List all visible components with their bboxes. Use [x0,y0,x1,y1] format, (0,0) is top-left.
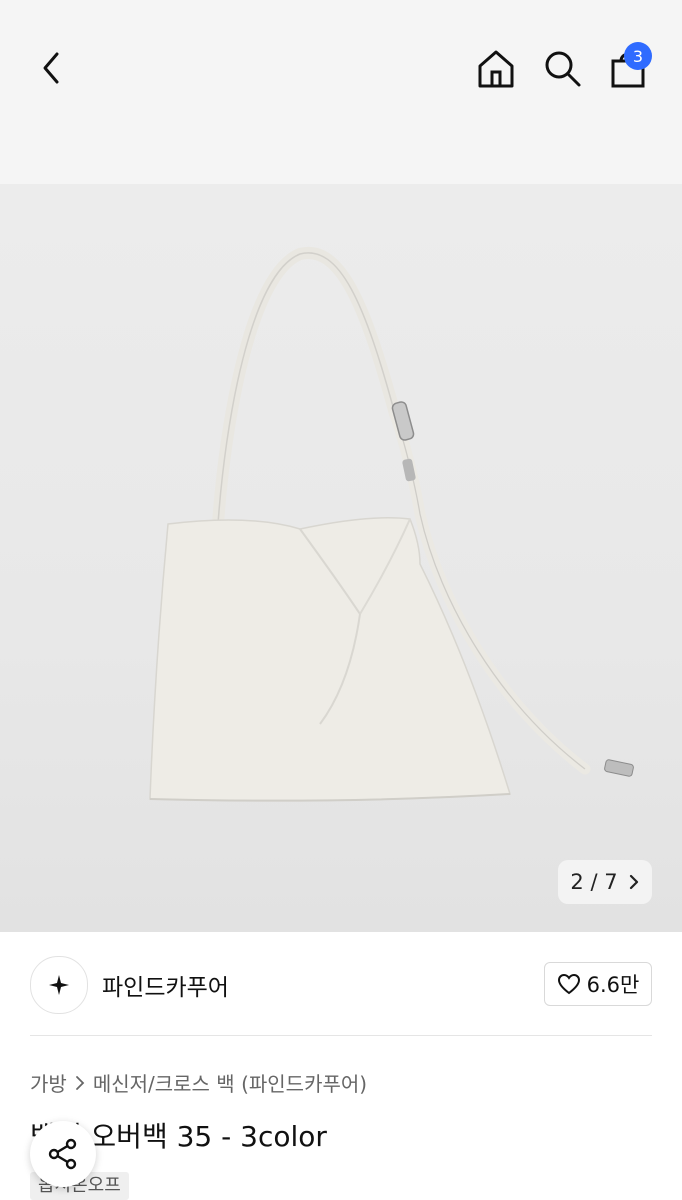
breadcrumb-category[interactable]: 가방 [30,1068,67,1097]
back-icon [43,52,59,84]
search-button[interactable] [540,46,584,90]
product-photo [149,246,634,802]
brand-logo[interactable] [30,956,88,1014]
divider [30,1035,652,1036]
back-button[interactable] [30,46,74,90]
brand-logo-icon [49,975,69,995]
product-image-gallery[interactable] [0,184,682,932]
top-navigation-bar: 3 [0,0,682,184]
cart-count-badge: 3 [624,42,652,70]
breadcrumb: 가방 메신저/크로스 백 (파인드카푸어) [30,1068,367,1097]
like-count: 6.6만 [586,973,640,997]
chevron-right-icon [629,874,638,890]
breadcrumb-subcategory[interactable]: 메신저/크로스 백 (파인드카푸어) [93,1068,367,1097]
brand-row: 파인드카푸어 6.6만 [30,956,652,1014]
home-button[interactable] [474,46,518,90]
share-button[interactable] [30,1121,96,1187]
brand-name[interactable]: 파인드카푸어 [102,968,229,1002]
heart-icon [557,973,580,995]
share-icon [48,1138,77,1170]
search-icon [545,51,581,87]
image-counter-text: 2 / 7 [570,870,618,894]
like-button[interactable]: 6.6만 [544,962,652,1006]
chevron-right-icon [75,1075,85,1090]
image-counter-button[interactable]: 2 / 7 [558,860,652,904]
home-icon [478,50,514,88]
